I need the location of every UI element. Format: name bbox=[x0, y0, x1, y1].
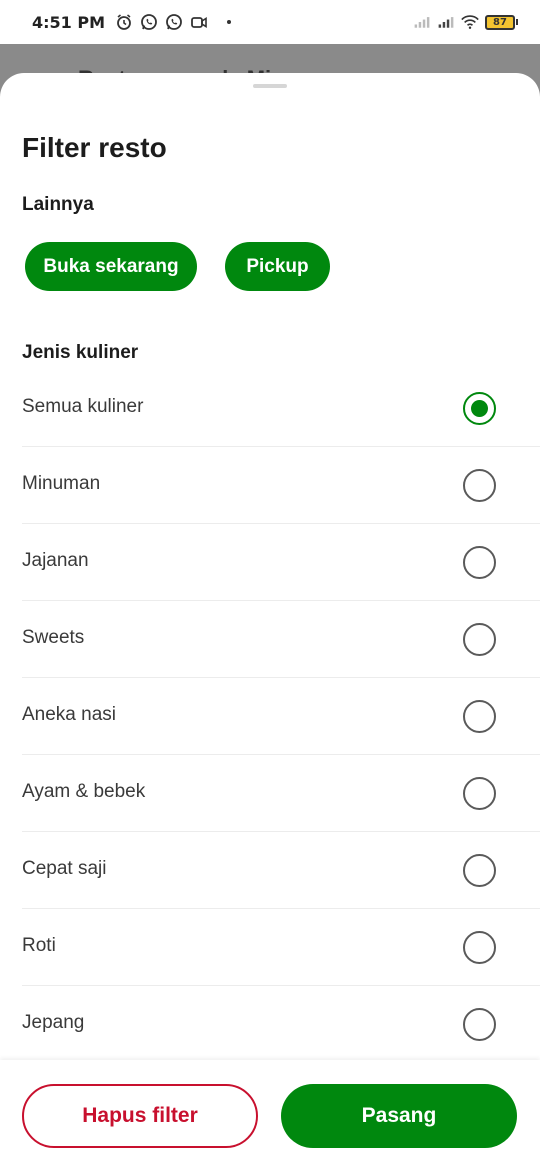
signal-icon bbox=[413, 13, 431, 31]
option-label: Aneka nasi bbox=[22, 704, 117, 725]
option-label: Semua kuliner bbox=[22, 396, 144, 417]
option-label: Ayam & bebek bbox=[22, 781, 146, 802]
option-label: Sweets bbox=[22, 627, 85, 648]
status-icons-right: 87 bbox=[413, 13, 518, 31]
cuisine-option-rice[interactable]: Aneka nasi bbox=[0, 678, 540, 755]
radio-button-selected[interactable] bbox=[463, 392, 496, 425]
alarm-icon bbox=[115, 13, 133, 31]
radio-button[interactable] bbox=[463, 700, 496, 733]
cuisine-list: Semua kuliner Minuman Jajanan Sweets Ane… bbox=[0, 370, 540, 1063]
apply-filter-button[interactable]: Pasang bbox=[281, 1084, 517, 1148]
sheet-footer: Hapus filter Pasang bbox=[0, 1060, 540, 1170]
cuisine-option-all[interactable]: Semua kuliner bbox=[0, 370, 540, 447]
whatsapp-icon bbox=[140, 13, 158, 31]
clear-filter-button[interactable]: Hapus filter bbox=[22, 1084, 258, 1148]
cuisine-option-chicken-duck[interactable]: Ayam & bebek bbox=[0, 755, 540, 832]
video-icon bbox=[190, 13, 208, 31]
cuisine-option-bread[interactable]: Roti bbox=[0, 909, 540, 986]
radio-button[interactable] bbox=[463, 469, 496, 502]
cuisine-option-drinks[interactable]: Minuman bbox=[0, 447, 540, 524]
notification-dot bbox=[227, 20, 232, 24]
cuisine-option-japanese[interactable]: Jepang bbox=[0, 986, 540, 1063]
chip-open-now[interactable]: Buka sekarang bbox=[25, 242, 197, 291]
drag-handle[interactable] bbox=[253, 84, 287, 88]
whatsapp-icon bbox=[165, 13, 183, 31]
status-bar: 4:51 PM 87 bbox=[0, 0, 540, 44]
option-label: Jepang bbox=[22, 1012, 85, 1033]
section-label-other: Lainnya bbox=[22, 194, 94, 215]
option-label: Minuman bbox=[22, 473, 101, 494]
cuisine-option-fast-food[interactable]: Cepat saji bbox=[0, 832, 540, 909]
option-label: Roti bbox=[22, 935, 56, 956]
cuisine-option-sweets[interactable]: Sweets bbox=[0, 601, 540, 678]
radio-button[interactable] bbox=[463, 777, 496, 810]
signal-icon bbox=[437, 13, 455, 31]
filter-bottom-sheet: Filter resto Lainnya Buka sekarang Picku… bbox=[0, 73, 540, 1170]
section-label-cuisine: Jenis kuliner bbox=[22, 342, 139, 363]
radio-button[interactable] bbox=[463, 1008, 496, 1041]
chip-pickup[interactable]: Pickup bbox=[225, 242, 330, 291]
battery-level: 87 bbox=[493, 16, 507, 28]
radio-button[interactable] bbox=[463, 854, 496, 887]
option-label: Jajanan bbox=[22, 550, 89, 571]
status-icons-left bbox=[115, 13, 232, 31]
radio-button[interactable] bbox=[463, 623, 496, 656]
battery-icon: 87 bbox=[485, 14, 518, 30]
cuisine-option-snacks[interactable]: Jajanan bbox=[0, 524, 540, 601]
status-time: 4:51 PM bbox=[32, 12, 106, 32]
radio-button[interactable] bbox=[463, 546, 496, 579]
sheet-title: Filter resto bbox=[22, 132, 167, 163]
radio-button[interactable] bbox=[463, 931, 496, 964]
option-label: Cepat saji bbox=[22, 858, 107, 879]
wifi-icon bbox=[461, 13, 479, 31]
